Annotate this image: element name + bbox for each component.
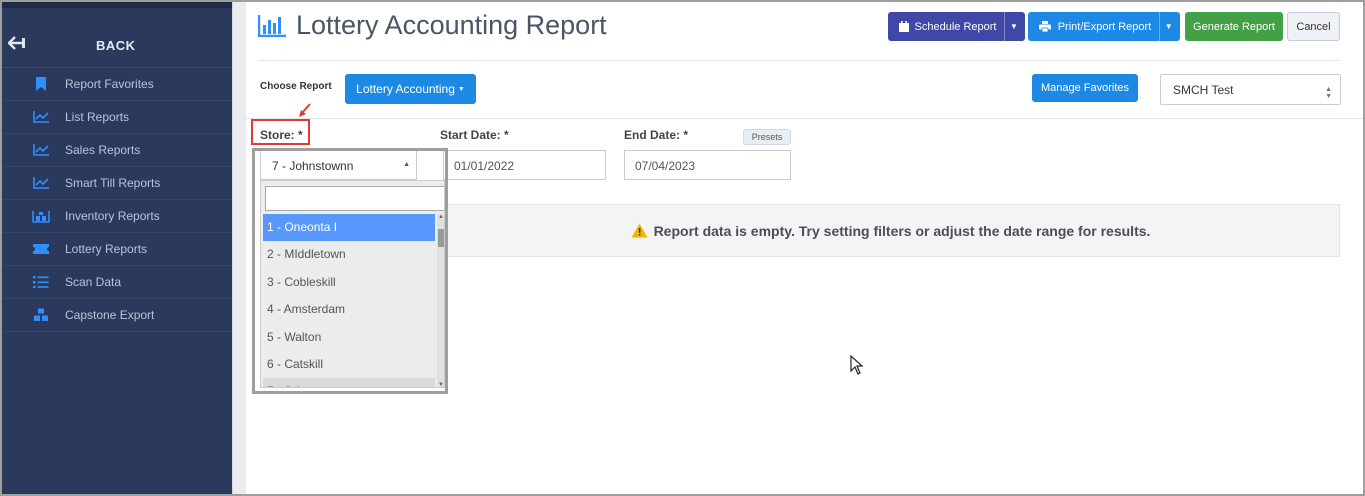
sidebar-edge	[232, 2, 246, 494]
back-button[interactable]: BACK	[2, 8, 232, 68]
page-title: Lottery Accounting Report	[296, 10, 607, 40]
line-chart-icon	[32, 176, 50, 190]
schedule-report-button[interactable]: Schedule Report ▼	[888, 12, 1025, 41]
favorites-select-value: SMCH Test	[1173, 83, 1234, 97]
back-label: BACK	[96, 38, 136, 53]
header-divider	[258, 60, 1340, 61]
print-dropdown-toggle[interactable]: ▼	[1159, 12, 1177, 41]
sidebar-item-inventory-reports[interactable]: Inventory Reports	[2, 200, 232, 233]
list-icon	[32, 275, 50, 289]
printer-icon	[1038, 21, 1051, 32]
sidebar-item-report-favorites[interactable]: Report Favorites	[2, 68, 232, 101]
manage-favorites-button[interactable]: Manage Favorites	[1032, 74, 1138, 102]
end-date-input[interactable]: 07/04/2023	[624, 150, 791, 180]
mouse-cursor-icon	[850, 355, 864, 375]
sidebar-item-label: Smart Till Reports	[65, 176, 161, 190]
sidebar-item-label: Capstone Export	[65, 308, 155, 322]
back-arrow-icon	[8, 36, 25, 50]
cubes-icon	[32, 308, 50, 322]
calendar-icon	[898, 21, 909, 32]
print-export-report-button[interactable]: Print/Export Report ▼	[1028, 12, 1180, 41]
schedule-report-label: Schedule Report	[914, 20, 997, 33]
sidebar-item-sales-reports[interactable]: Sales Reports	[2, 134, 232, 167]
dropdown-highlight-box	[252, 148, 448, 394]
sidebar-item-smart-till-reports[interactable]: Smart Till Reports	[2, 167, 232, 200]
line-chart-icon	[32, 143, 50, 157]
cancel-button[interactable]: Cancel	[1287, 12, 1340, 41]
warehouse-icon	[32, 209, 50, 223]
start-date-label: Start Date: *	[440, 128, 509, 142]
empty-report-message: Report data is empty. Try setting filter…	[653, 222, 1151, 239]
sidebar-item-label: Sales Reports	[65, 143, 141, 157]
sidebar-item-list-reports[interactable]: List Reports	[2, 101, 232, 134]
sidebar-item-lottery-reports[interactable]: Lottery Reports	[2, 233, 232, 266]
sidebar-item-label: Inventory Reports	[65, 209, 160, 223]
sidebar-item-label: List Reports	[65, 110, 130, 124]
start-date-input[interactable]: 01/01/2022	[443, 150, 606, 180]
sidebar-item-capstone-export[interactable]: Capstone Export	[2, 299, 232, 332]
schedule-dropdown-toggle[interactable]: ▼	[1004, 12, 1022, 41]
sidebar-item-label: Scan Data	[65, 275, 122, 289]
page-header: Lottery Accounting Report	[258, 10, 607, 41]
store-label: Store: *	[260, 128, 303, 142]
sidebar-item-scan-data[interactable]: Scan Data	[2, 266, 232, 299]
bookmark-icon	[32, 77, 50, 91]
red-pointer-arrow-icon	[299, 103, 311, 117]
caret-down-icon: ▼	[457, 85, 465, 93]
sidebar-item-label: Lottery Reports	[65, 242, 148, 256]
end-date-label: End Date: *	[624, 128, 689, 142]
choose-report-value: Lottery Accounting	[356, 82, 455, 96]
line-chart-icon	[32, 110, 50, 124]
bar-chart-icon	[258, 14, 286, 37]
app-frame: BACK Report Favorites List Reports Sales…	[0, 0, 1365, 496]
print-export-label: Print/Export Report	[1057, 20, 1152, 33]
empty-report-panel: Report data is empty. Try setting filter…	[441, 204, 1340, 257]
chevron-down-icon: ▲ ▼	[1325, 86, 1332, 100]
filters-divider	[246, 118, 1363, 119]
sidebar: BACK Report Favorites List Reports Sales…	[2, 2, 232, 494]
favorites-select[interactable]: SMCH Test ▲ ▼	[1160, 74, 1341, 105]
generate-report-button[interactable]: Generate Report	[1185, 12, 1283, 41]
choose-report-label: Choose Report	[260, 81, 332, 92]
choose-report-dropdown[interactable]: Lottery Accounting ▼	[345, 74, 476, 104]
sidebar-item-label: Report Favorites	[65, 77, 154, 91]
warning-icon	[631, 223, 648, 238]
ticket-icon	[32, 242, 50, 256]
presets-button[interactable]: Presets	[743, 129, 791, 145]
main-content: Lottery Accounting Report Schedule Repor…	[246, 2, 1363, 494]
